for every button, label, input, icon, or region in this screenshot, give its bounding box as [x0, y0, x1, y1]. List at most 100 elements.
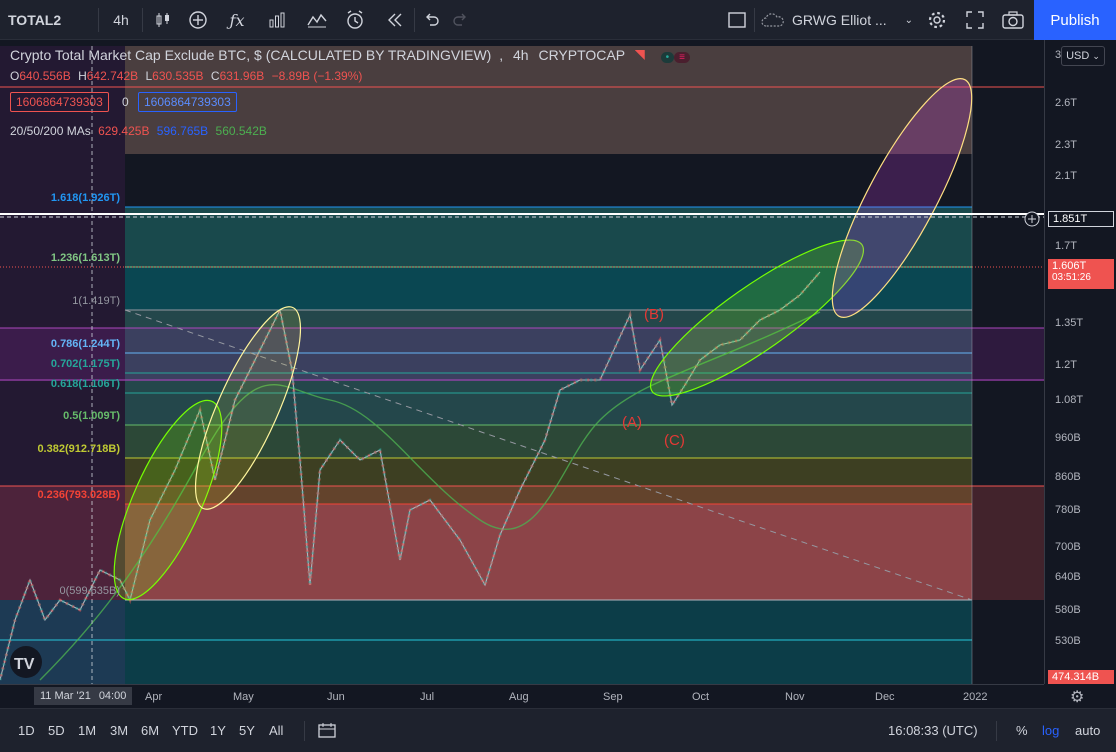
fib-label: 0.382(912.718B) [37, 443, 120, 455]
layout-name: GRWG Elliot ... [792, 12, 887, 28]
publish-label: Publish [1050, 11, 1100, 29]
ma200-value: 560.542B [215, 124, 267, 138]
utc-clock[interactable]: 16:08:33 (UTC) [888, 723, 978, 738]
fib-label: 1.618(1.926T) [50, 192, 120, 204]
date-range-calendar-icon[interactable] [318, 722, 336, 743]
series-exchange: CRYPTOCAP [538, 47, 625, 63]
price-scale[interactable]: 3 USD ⌄ 2.6T 2.3T 2.1T 1.851T 1.7T 1.606T… [1044, 40, 1116, 684]
add-compare-icon[interactable] [183, 0, 213, 40]
price-tick: 700B [1055, 541, 1081, 553]
wave-label-c: (C) [664, 432, 685, 449]
fullscreen-layout-icon[interactable] [724, 0, 750, 40]
time-tick: Nov [785, 691, 805, 703]
ma20-value: 629.425B [98, 124, 150, 138]
ma-label: 20/50/200 MAs [10, 124, 91, 138]
ma-legend[interactable]: 20/50/200 MAs 629.425B 596.765B 560.542B [10, 124, 267, 138]
indicators-icon[interactable]: ƒx [222, 0, 252, 40]
chevron-down-icon: ⌄ [904, 14, 914, 26]
series-interval: 4h [513, 47, 529, 63]
fib-label: 1(1.419T) [72, 295, 120, 307]
fib-label: 0.5(1.009T) [63, 410, 120, 422]
fib-label: 1.236(1.613T) [50, 252, 120, 264]
range-1y-button[interactable]: 1Y [210, 723, 226, 738]
fib-label: 0.618(1.106T) [50, 378, 120, 390]
undo-icon[interactable] [418, 0, 446, 40]
price-tick: 2.1T [1055, 170, 1078, 182]
id-badge-red[interactable]: 1606864739303 [10, 92, 109, 112]
range-1m-button[interactable]: 1M [78, 723, 96, 738]
fib-label: 0.786(1.244T) [50, 338, 120, 350]
time-tick: Jul [420, 691, 435, 703]
percent-toggle[interactable]: % [1016, 723, 1028, 738]
price-tick: 780B [1055, 504, 1081, 516]
camera-icon[interactable] [998, 0, 1028, 40]
low-price-label: 474.314B [1048, 670, 1114, 684]
time-tick: Dec [875, 691, 895, 703]
menu-lines-icon[interactable]: ≡ [674, 52, 690, 63]
range-ytd-button[interactable]: YTD [172, 723, 198, 738]
currency-select[interactable]: USD ⌄ [1061, 46, 1105, 66]
range-all-button[interactable]: All [269, 723, 283, 738]
time-tick: Aug [509, 691, 529, 703]
redo-icon[interactable] [446, 0, 474, 40]
auto-toggle[interactable]: auto [1075, 723, 1100, 738]
symbol-label: TOTAL2 [8, 12, 62, 28]
cloud-icon [761, 13, 784, 27]
wave-label-a: (A) [622, 414, 642, 431]
open-value: 640.556B [19, 69, 71, 83]
time-tick: 2022 [963, 691, 988, 703]
fib-label: 0.236(793.028B) [37, 489, 120, 501]
interval-button[interactable]: 4h [104, 0, 138, 40]
price-tick: 1.35T [1055, 317, 1084, 329]
chart-pane[interactable]: TV Crypto Total Market Cap Exclude BTC, … [0, 40, 1044, 684]
time-scale[interactable]: 11 Mar '21 04:00 Apr May Jun Jul Aug Sep … [0, 684, 1084, 708]
layout-menu-button[interactable]: GRWG Elliot ... ⌄ [760, 0, 916, 40]
price-tick: 1.08T [1055, 394, 1084, 406]
fib-label: 0(599.635B) [59, 585, 120, 597]
symbol-search-button[interactable]: TOTAL2 [8, 0, 68, 40]
alert-icon[interactable] [340, 0, 370, 40]
replay-icon[interactable] [380, 0, 410, 40]
close-value: 631.96B [219, 69, 265, 83]
log-toggle[interactable]: log [1042, 723, 1059, 738]
time-tick: Oct [692, 691, 710, 703]
change-value: −8.89B (−1.39%) [271, 69, 363, 83]
time-tick: Apr [145, 691, 163, 703]
range-1d-button[interactable]: 1D [18, 723, 35, 738]
scale-settings-gear-icon[interactable]: ⚙ [1070, 687, 1084, 707]
price-tick: 860B [1055, 471, 1081, 483]
crosshair-price-label: 1.851T [1048, 211, 1114, 227]
series-legend[interactable]: Crypto Total Market Cap Exclude BTC, $ (… [10, 47, 690, 63]
high-value: 642.742B [86, 69, 139, 83]
price-tick: 530B [1055, 635, 1081, 647]
candles-icon[interactable] [148, 0, 178, 40]
dot-toggle-icon[interactable]: • [660, 52, 675, 63]
id-badge-blue[interactable]: 1606864739303 [138, 92, 237, 112]
series-title: Crypto Total Market Cap Exclude BTC, $ (… [10, 47, 492, 63]
low-value: 630.535B [152, 69, 204, 83]
price-tick: 1.2T [1055, 359, 1078, 371]
publish-button[interactable]: Publish [1034, 0, 1116, 40]
ma50-value: 596.765B [156, 124, 209, 138]
range-5y-button[interactable]: 5Y [239, 723, 255, 738]
ohlc-values: O640.556B H642.742B L630.535B C631.96B −… [10, 69, 363, 83]
id-zero: 0 [122, 95, 129, 109]
tradingview-logo: TV [10, 646, 42, 678]
financials-icon[interactable] [262, 0, 292, 40]
range-3m-button[interactable]: 3M [110, 723, 128, 738]
top-toolbar: TOTAL2 4h ƒx GRWG Elliot ... ⌄ Publish [0, 0, 1116, 40]
range-5d-button[interactable]: 5D [48, 723, 65, 738]
templates-icon[interactable] [302, 0, 332, 40]
time-tick: May [233, 691, 254, 703]
price-tick: 960B [1055, 432, 1081, 444]
chevron-down-icon: ⌄ [1092, 50, 1100, 61]
range-6m-button[interactable]: 6M [141, 723, 159, 738]
settings-gear-icon[interactable] [922, 0, 952, 40]
crosshair-time-label: 11 Mar '21 04:00 [34, 687, 133, 705]
price-tick: 2.6T [1055, 97, 1078, 109]
price-tick: 640B [1055, 571, 1081, 583]
flag-icon[interactable] [634, 50, 645, 60]
fullscreen-icon[interactable] [960, 0, 990, 40]
price-tick: 580B [1055, 604, 1081, 616]
time-tick: Jun [327, 691, 345, 703]
